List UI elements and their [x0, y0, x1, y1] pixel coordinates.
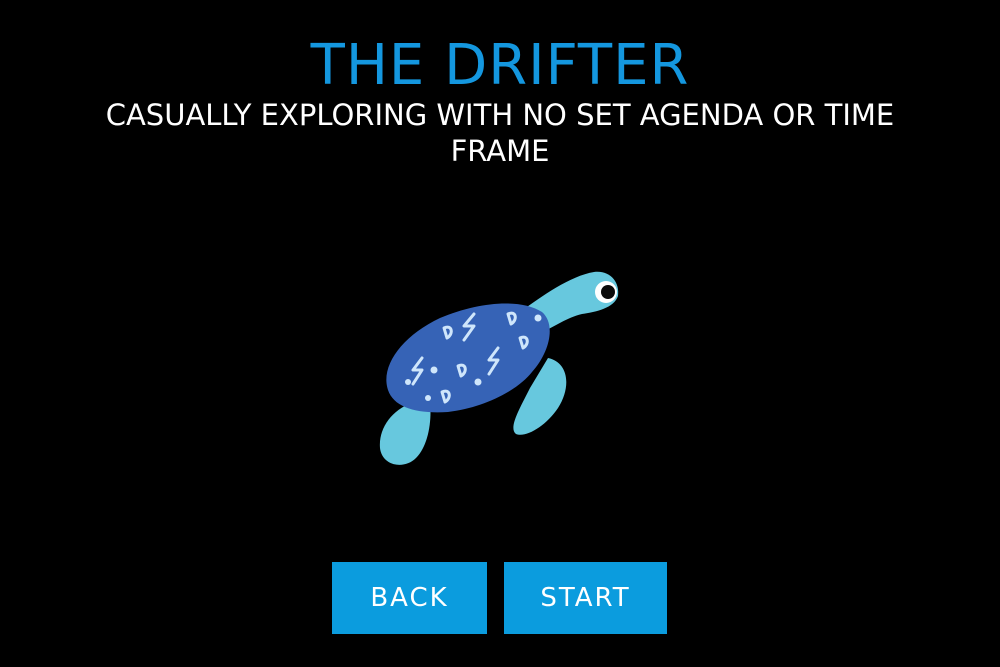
page-subtitle: CASUALLY EXPLORING WITH NO SET AGENDA OR…: [105, 98, 895, 168]
back-button[interactable]: BACK: [332, 562, 487, 634]
start-button[interactable]: START: [504, 562, 667, 634]
page-title: THE DRIFTER: [310, 33, 690, 98]
sea-turtle-icon: [379, 271, 619, 465]
